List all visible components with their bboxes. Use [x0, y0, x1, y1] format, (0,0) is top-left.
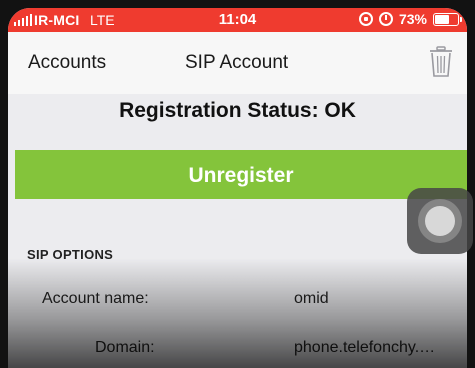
sip-options-header: SIP OPTIONS	[27, 247, 114, 262]
trash-icon[interactable]	[429, 46, 453, 78]
assistive-touch-inner-dot	[425, 206, 455, 236]
battery-percent: 73%	[398, 11, 427, 27]
status-bar: IR-MCI LTE 11:04 73%	[8, 8, 467, 32]
status-right-group: 73%	[358, 11, 462, 27]
domain-value[interactable]: phone.telefonchy.…	[294, 339, 450, 357]
phone-screen: IR-MCI LTE 11:04 73% Accounts SIP Accoun…	[8, 8, 467, 368]
orientation-lock-icon	[358, 12, 373, 26]
domain-label: Domain:	[95, 339, 155, 356]
account-name-value[interactable]: omid	[294, 290, 329, 308]
account-content: Registration Status: OK Unregister SIP O…	[8, 94, 467, 368]
assistive-touch-button[interactable]	[407, 188, 473, 254]
account-name-label: Account name:	[42, 290, 149, 307]
page-title: SIP Account	[185, 52, 289, 73]
accounts-back-button[interactable]: Accounts	[28, 52, 106, 74]
alarm-icon	[378, 12, 393, 26]
battery-icon	[433, 12, 462, 26]
registration-status: Registration Status: OK	[119, 99, 356, 122]
unregister-button[interactable]: Unregister	[15, 150, 467, 199]
navigation-bar: Accounts SIP Account	[8, 32, 467, 95]
